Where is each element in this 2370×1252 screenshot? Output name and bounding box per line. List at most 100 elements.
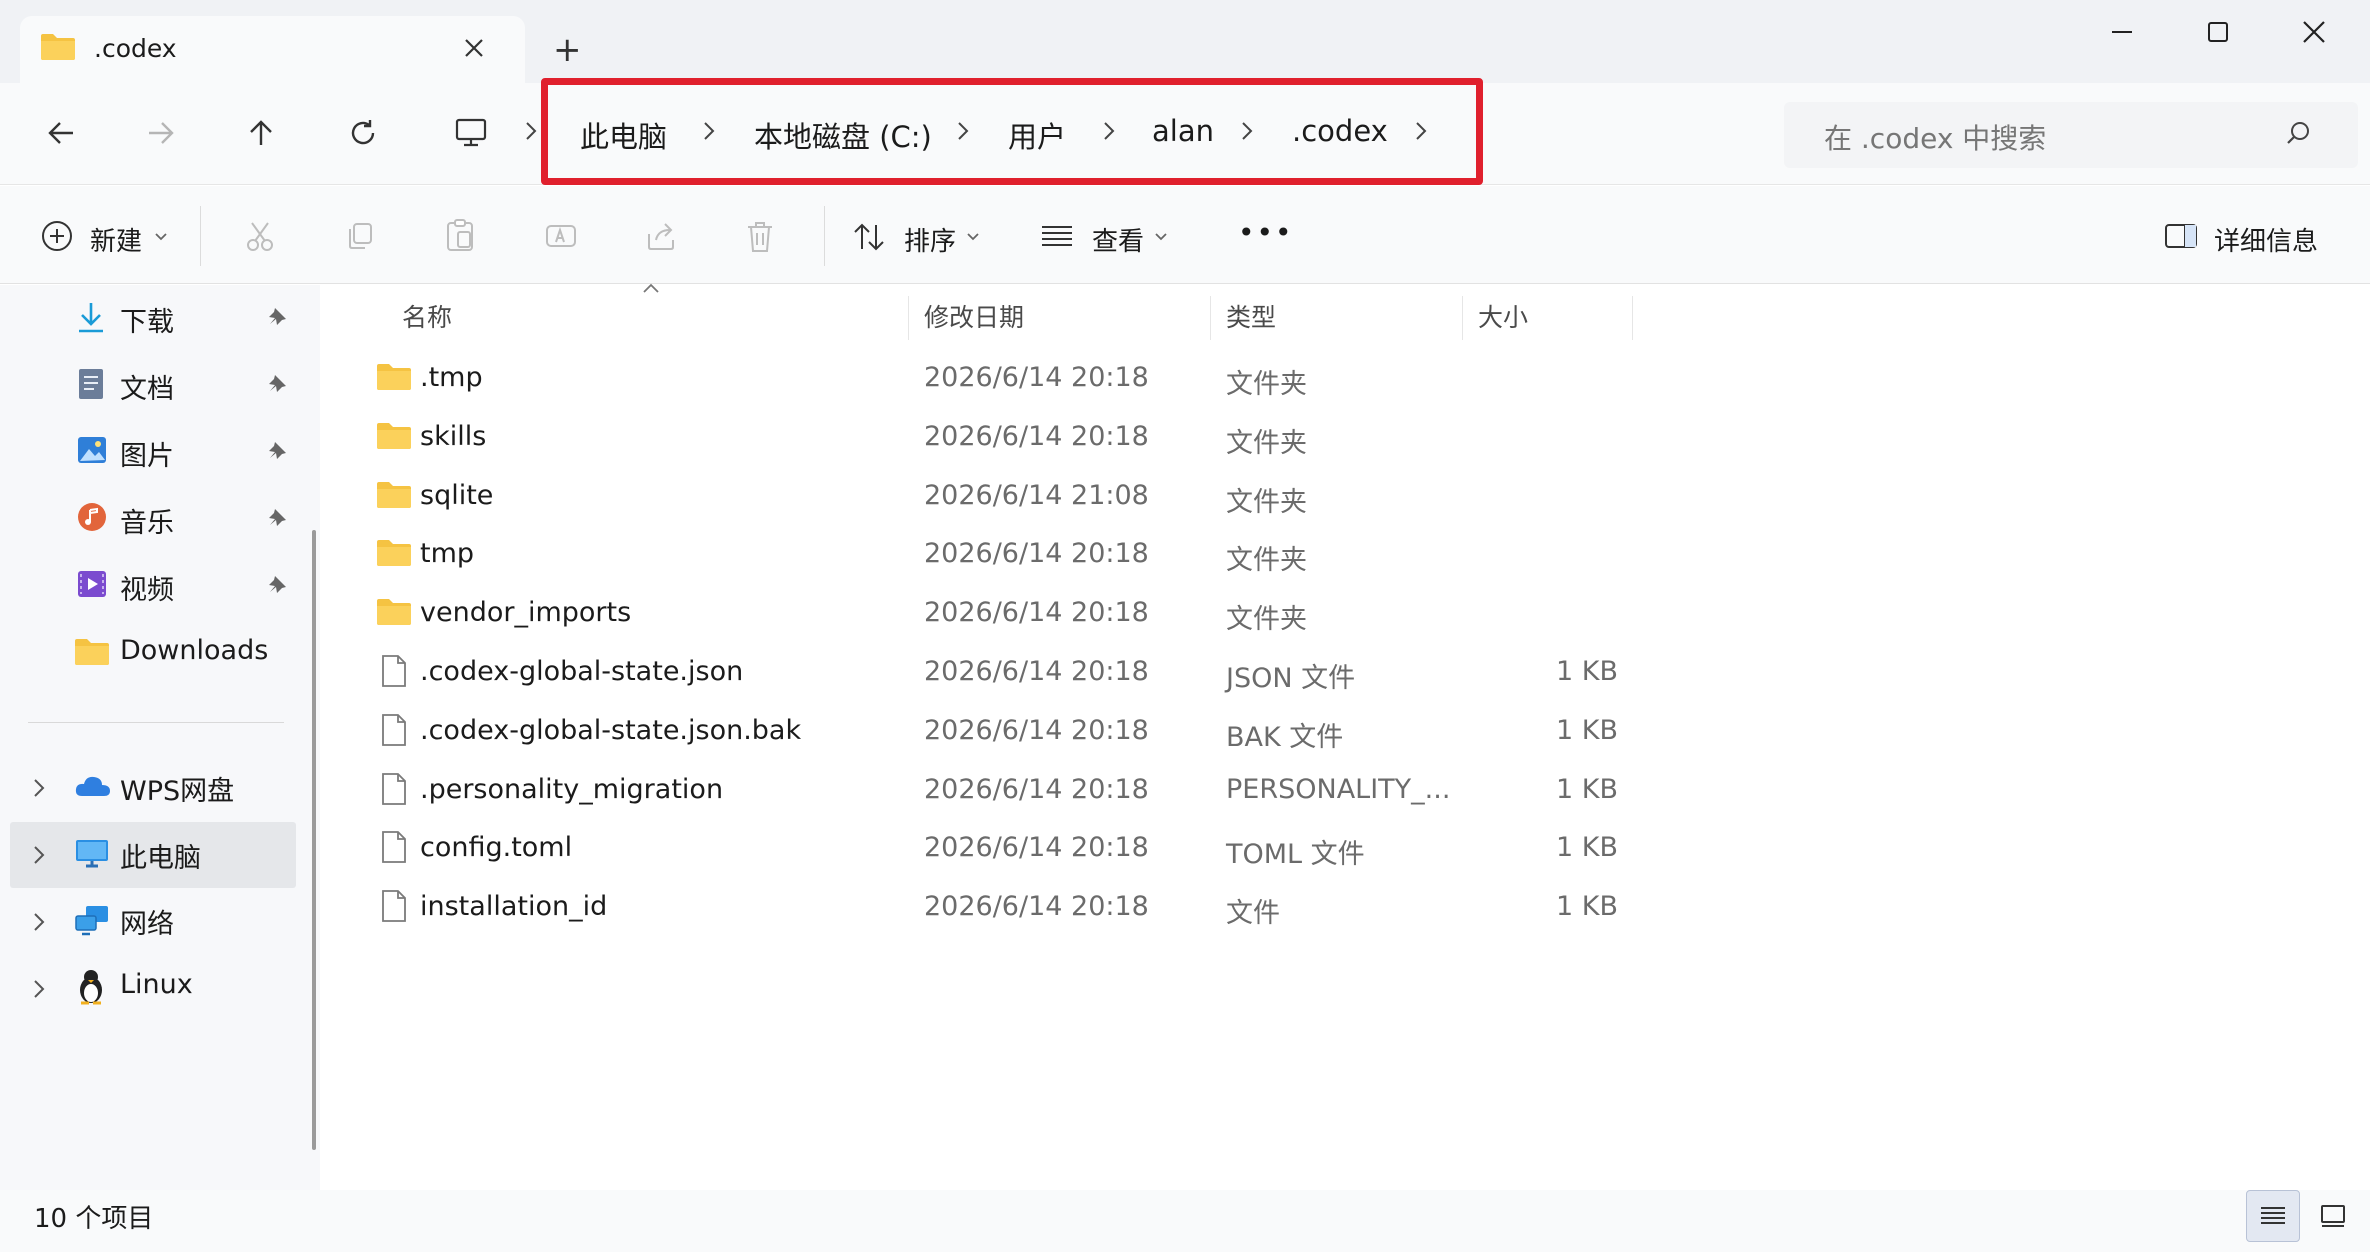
tiles-view-button[interactable] xyxy=(2306,1190,2360,1242)
file-name: .codex-global-state.json.bak xyxy=(420,715,802,746)
file-type: BAK 文件 xyxy=(1226,722,1344,753)
file-modified-date: 2026/6/14 20:18 xyxy=(924,597,1149,628)
copy-icon[interactable] xyxy=(344,220,376,252)
sidebar-item-label: Linux xyxy=(120,969,193,1000)
view-icon[interactable] xyxy=(1040,222,1074,250)
new-plus-icon[interactable] xyxy=(40,219,74,253)
pin-icon[interactable] xyxy=(266,373,288,395)
sidebar-item-label: WPS网盘 xyxy=(120,776,235,807)
chevron-right-icon[interactable] xyxy=(32,777,46,799)
toolbar-divider xyxy=(824,206,825,266)
column-header-name[interactable]: 名称 xyxy=(402,298,452,334)
chevron-right-icon[interactable] xyxy=(32,911,46,933)
file-modified-date: 2026/6/14 20:18 xyxy=(924,421,1149,452)
folder-icon xyxy=(74,637,110,667)
file-type: 文件夹 xyxy=(1226,487,1307,518)
file-type: 文件夹 xyxy=(1226,369,1307,400)
file-icon xyxy=(380,654,408,688)
details-view-icon xyxy=(2261,1207,2285,1224)
details-button[interactable]: 详细信息 xyxy=(2214,221,2318,258)
share-icon[interactable] xyxy=(644,220,678,252)
pin-icon[interactable] xyxy=(266,440,288,462)
file-type: JSON 文件 xyxy=(1226,663,1356,694)
chevron-down-icon[interactable] xyxy=(1154,232,1168,242)
forward-arrow-icon[interactable] xyxy=(128,100,194,166)
file-modified-date: 2026/6/14 20:18 xyxy=(924,891,1149,922)
file-modified-date: 2026/6/14 20:18 xyxy=(924,656,1149,687)
sort-icon[interactable] xyxy=(852,221,886,253)
more-options-button[interactable]: ••• xyxy=(1238,216,1294,249)
file-name: config.toml xyxy=(420,832,573,863)
chevron-down-icon[interactable] xyxy=(154,232,168,242)
computer-icon xyxy=(74,838,110,870)
rename-icon[interactable] xyxy=(544,220,578,252)
file-modified-date: 2026/6/14 20:18 xyxy=(924,774,1149,805)
folder-icon xyxy=(376,597,412,627)
refresh-icon[interactable] xyxy=(330,100,396,166)
file-size: 1 KB xyxy=(1556,774,1618,805)
file-icon xyxy=(380,713,408,747)
column-separator[interactable] xyxy=(1462,296,1463,340)
file-type: 文件夹 xyxy=(1226,545,1307,576)
column-header-date[interactable]: 修改日期 xyxy=(924,298,1024,334)
file-size: 1 KB xyxy=(1556,832,1618,863)
back-arrow-icon[interactable] xyxy=(28,100,94,166)
linux-penguin-icon xyxy=(76,968,106,1006)
pin-icon[interactable] xyxy=(266,507,288,529)
sidebar-item-label: 网络 xyxy=(120,909,174,940)
tab-title: .codex xyxy=(94,34,177,63)
column-separator[interactable] xyxy=(1632,296,1633,340)
cut-icon[interactable] xyxy=(244,220,276,252)
video-icon xyxy=(76,568,108,600)
file-size: 1 KB xyxy=(1556,715,1618,746)
sidebar-item-label: 视频 xyxy=(120,575,174,606)
tiles-view-icon xyxy=(2321,1205,2345,1227)
toolbar-divider xyxy=(200,206,201,266)
chevron-right-icon[interactable] xyxy=(32,978,46,1000)
download-icon xyxy=(76,300,106,334)
column-header-size[interactable]: 大小 xyxy=(1478,298,1528,334)
close-icon[interactable] xyxy=(2266,0,2362,64)
sidebar-item-label: 图片 xyxy=(120,441,174,472)
search-icon[interactable] xyxy=(2286,120,2312,146)
view-button[interactable]: 查看 xyxy=(1092,221,1144,258)
column-separator[interactable] xyxy=(908,296,909,340)
folder-icon xyxy=(40,32,76,62)
up-arrow-icon[interactable] xyxy=(228,100,294,166)
chevron-down-icon[interactable] xyxy=(966,232,980,242)
maximize-icon[interactable] xyxy=(2170,0,2266,64)
minimize-icon[interactable] xyxy=(2074,0,2170,64)
computer-location-icon[interactable] xyxy=(438,100,504,166)
network-icon xyxy=(74,904,110,936)
tab-close-icon[interactable] xyxy=(462,36,486,60)
file-name: tmp xyxy=(420,538,475,569)
new-button[interactable]: 新建 xyxy=(90,221,142,258)
sidebar-scrollbar[interactable] xyxy=(312,530,316,1150)
chevron-right-icon[interactable] xyxy=(32,844,46,866)
file-type: TOML 文件 xyxy=(1226,839,1365,870)
document-icon xyxy=(76,367,106,401)
delete-icon[interactable] xyxy=(744,220,776,254)
file-name: .tmp xyxy=(420,362,483,393)
sidebar-item-label: 文档 xyxy=(120,374,174,405)
folder-icon xyxy=(376,538,412,568)
column-header-type[interactable]: 类型 xyxy=(1226,298,1276,334)
pin-icon[interactable] xyxy=(266,306,288,328)
file-type: 文件夹 xyxy=(1226,604,1307,635)
file-icon xyxy=(380,772,408,806)
cloud-icon xyxy=(74,772,112,800)
file-size: 1 KB xyxy=(1556,891,1618,922)
folder-icon xyxy=(376,480,412,510)
details-pane-icon[interactable] xyxy=(2164,222,2198,250)
pictures-icon xyxy=(76,434,108,466)
details-view-button[interactable] xyxy=(2246,1190,2300,1242)
sort-button[interactable]: 排序 xyxy=(904,221,956,258)
pin-icon[interactable] xyxy=(266,574,288,596)
chevron-right-icon[interactable] xyxy=(524,120,538,142)
file-type: PERSONALITY_... xyxy=(1226,774,1451,805)
file-name: sqlite xyxy=(420,480,494,511)
column-separator[interactable] xyxy=(1210,296,1211,340)
file-type: 文件 xyxy=(1226,898,1280,929)
paste-icon[interactable] xyxy=(444,218,476,252)
new-tab-button[interactable]: + xyxy=(553,30,582,70)
